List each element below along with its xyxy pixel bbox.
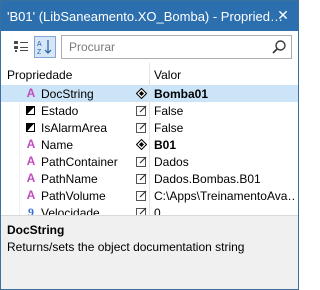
description-panel: DocString Returns/sets the object docume… (1, 215, 298, 289)
sort-alphabetical-icon: A Z (37, 40, 52, 55)
search-input[interactable] (62, 36, 267, 58)
text-property-icon: A (26, 154, 36, 168)
properties-window: 'B01' (LibSaneamento.XO_Bomba) - Proprie… (0, 0, 299, 290)
property-name: IsAlarmArea (41, 121, 108, 135)
property-name: PathContainer (41, 155, 118, 169)
edit-icon (136, 122, 147, 133)
diamond-icon (136, 88, 147, 99)
property-value[interactable]: B01 (154, 138, 294, 152)
close-button[interactable]: ✕ (273, 5, 293, 25)
property-value[interactable]: Bomba01 (154, 87, 294, 101)
description-text: Returns/sets the object documentation st… (7, 240, 245, 254)
property-name: PathVolume (41, 189, 106, 203)
text-property-icon: A (26, 171, 36, 185)
window-title: 'B01' (LibSaneamento.XO_Bomba) - Proprie… (7, 9, 283, 24)
search-box (61, 35, 292, 59)
property-grid: A DocString Bomba01 Estado False IsAlarm… (1, 85, 298, 220)
edit-icon (136, 156, 147, 167)
property-value[interactable]: False (154, 104, 294, 118)
description-title: DocString (7, 223, 65, 237)
title-bar[interactable]: 'B01' (LibSaneamento.XO_Bomba) - Proprie… (1, 1, 298, 31)
column-divider[interactable] (149, 63, 150, 85)
svg-text:Z: Z (37, 49, 42, 55)
text-property-icon: A (26, 188, 36, 202)
diamond-icon (136, 139, 147, 150)
property-value[interactable]: Dados (154, 155, 294, 169)
text-property-icon: A (26, 86, 36, 100)
value-column-divider[interactable] (149, 85, 150, 219)
toolbar: A Z (1, 31, 298, 63)
property-name: Estado (41, 104, 79, 118)
alphabetical-view-button[interactable]: A Z (34, 36, 56, 58)
edit-icon (136, 190, 147, 201)
property-column-header[interactable]: Propriedade (7, 68, 72, 82)
categorized-view-button[interactable] (10, 36, 32, 58)
property-name: Name (41, 138, 74, 152)
edit-icon (136, 105, 147, 116)
svg-text:A: A (37, 41, 42, 48)
property-value[interactable]: Dados.Bombas.B01 (154, 172, 294, 186)
boolean-property-icon (26, 123, 35, 132)
property-name: PathName (41, 172, 98, 186)
search-icon[interactable] (271, 39, 287, 55)
property-name: DocString (41, 87, 94, 101)
value-column-header[interactable]: Valor (154, 68, 181, 82)
boolean-property-icon (26, 106, 35, 115)
categorized-icon (14, 41, 28, 52)
grid-header: Propriedade Valor (1, 63, 298, 85)
property-value[interactable]: False (154, 121, 294, 135)
edit-icon (136, 173, 147, 184)
text-property-icon: A (26, 137, 36, 151)
property-value[interactable]: C:\Apps\TreinamentoAva… (154, 189, 294, 203)
